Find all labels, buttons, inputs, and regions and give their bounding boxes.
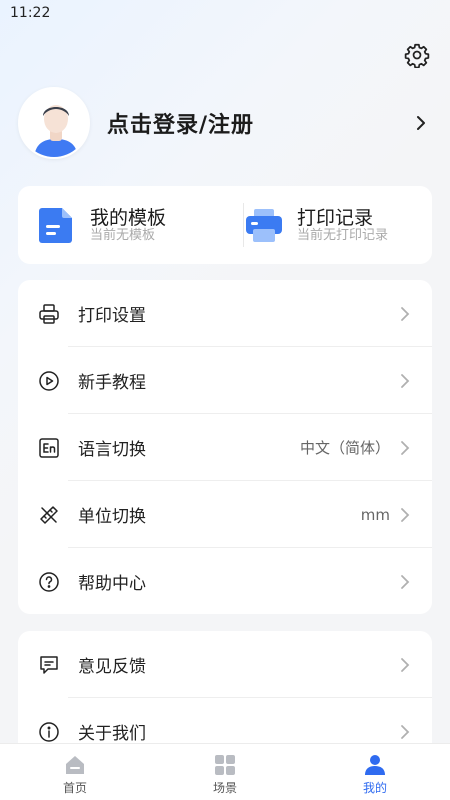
quick-access-card: 我的模板 当前无模板 打印记录 当前无打印记录 <box>18 186 432 264</box>
settings-menu-card: 打印设置 新手教程 语言切换 中文（简体） 单位切换 mm 帮助中心 <box>18 280 432 614</box>
login-register-link[interactable]: 点击登录/注册 <box>107 107 254 139</box>
menu-value: 中文（简体） <box>299 439 390 457</box>
bottom-nav: 首页 场景 我的 <box>0 743 450 800</box>
avatar[interactable] <box>18 87 90 159</box>
print-records-entry[interactable]: 打印记录 当前无打印记录 <box>225 186 432 264</box>
printer-record-icon <box>246 209 282 242</box>
menu-item-help[interactable]: 帮助中心 <box>18 548 432 615</box>
support-menu-card: 意见反馈 关于我们 <box>18 631 432 761</box>
menu-label: 关于我们 <box>78 724 146 744</box>
nav-home[interactable]: 首页 <box>0 744 150 800</box>
gear-icon <box>404 43 430 69</box>
status-bar: 11:22 <box>0 0 450 26</box>
print-records-title: 打印记录 <box>297 207 374 229</box>
nav-scenes[interactable]: 场景 <box>150 744 300 800</box>
menu-item-print-settings[interactable]: 打印设置 <box>18 280 432 347</box>
menu-value: mm <box>360 505 390 524</box>
menu-label: 新手教程 <box>78 373 146 393</box>
profile-login-row[interactable]: 点击登录/注册 <box>18 86 432 160</box>
template-icon <box>39 208 72 243</box>
info-circle-icon <box>39 721 59 742</box>
menu-label: 语言切换 <box>78 440 146 460</box>
chevron-right-icon <box>401 306 410 321</box>
ruler-pencil-icon <box>40 505 58 524</box>
menu-item-language[interactable]: 语言切换 中文（简体） <box>18 414 432 481</box>
menu-label: 打印设置 <box>78 306 146 326</box>
nav-mine[interactable]: 我的 <box>300 744 450 800</box>
chevron-right-icon <box>401 507 410 522</box>
home-icon <box>66 756 84 774</box>
menu-item-feedback[interactable]: 意见反馈 <box>18 631 432 698</box>
chevron-right-icon <box>401 373 410 388</box>
printer-settings-icon <box>39 303 59 324</box>
chevron-right-icon <box>401 657 410 672</box>
feedback-message-icon <box>40 655 58 674</box>
chevron-right-icon <box>401 440 410 455</box>
default-avatar-icon <box>20 89 88 157</box>
my-templates-subtitle: 当前无模板 <box>90 228 156 243</box>
nav-label: 场景 <box>212 781 237 795</box>
my-templates-entry[interactable]: 我的模板 当前无模板 <box>18 186 225 264</box>
menu-label: 意见反馈 <box>78 657 146 677</box>
menu-item-tutorial[interactable]: 新手教程 <box>18 347 432 414</box>
nav-label: 首页 <box>62 781 87 795</box>
chevron-right-icon <box>401 574 410 589</box>
menu-label: 帮助中心 <box>78 574 146 594</box>
settings-button[interactable] <box>404 42 430 69</box>
user-icon <box>365 755 385 775</box>
play-circle-icon <box>39 370 59 391</box>
menu-item-unit[interactable]: 单位切换 mm <box>18 481 432 548</box>
my-templates-title: 我的模板 <box>90 207 167 229</box>
chevron-right-icon <box>417 116 425 130</box>
menu-label: 单位切换 <box>78 507 146 527</box>
chevron-right-icon <box>401 724 410 739</box>
language-en-icon <box>39 437 59 458</box>
grid-icon <box>215 755 235 775</box>
print-records-subtitle: 当前无打印记录 <box>297 228 389 243</box>
status-time: 11:22 <box>10 5 51 21</box>
help-circle-icon <box>39 571 59 592</box>
nav-label: 我的 <box>362 781 387 795</box>
